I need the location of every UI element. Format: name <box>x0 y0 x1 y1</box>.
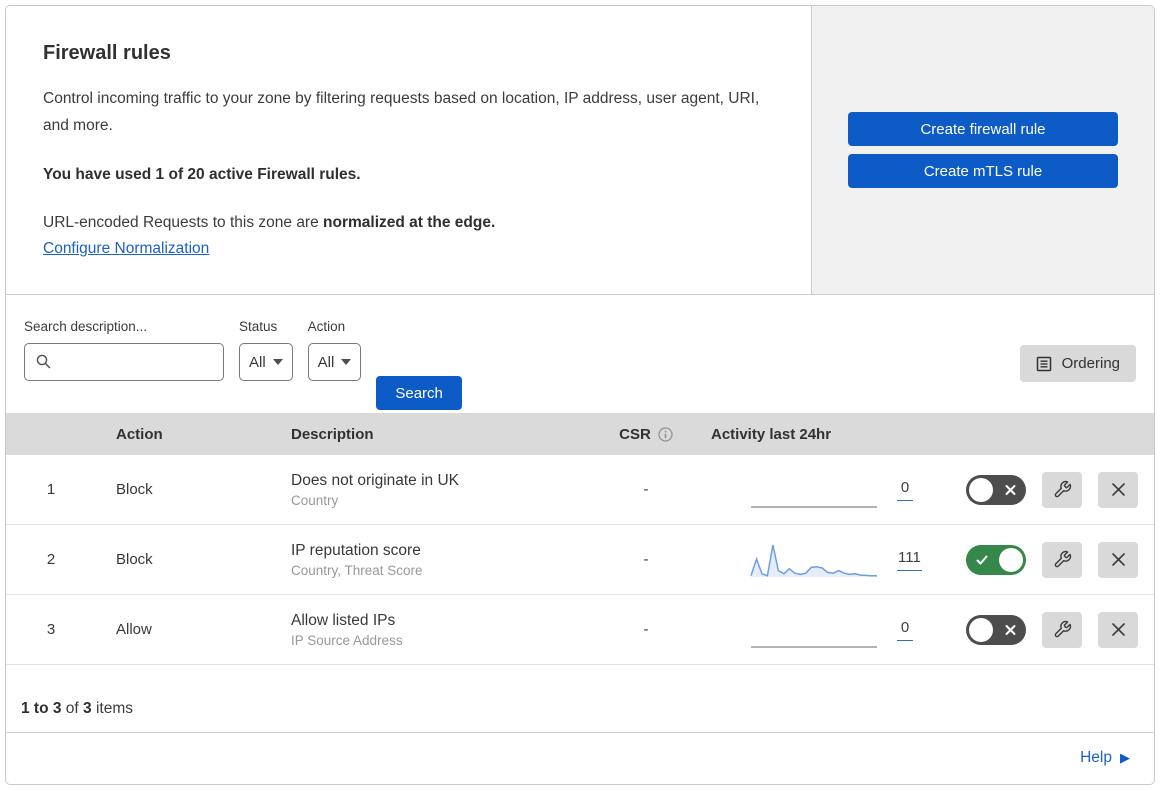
rule-action: Block <box>116 551 153 568</box>
table-row: 2 Block IP reputation score Country, Thr… <box>6 525 1154 595</box>
rule-action: Block <box>116 481 153 498</box>
search-button[interactable]: Search <box>376 376 462 410</box>
activity-count-link[interactable]: 111 <box>897 549 922 571</box>
list-icon <box>1036 356 1051 371</box>
edit-rule-button[interactable] <box>1042 471 1082 508</box>
ordering-button[interactable]: Ordering <box>1019 345 1136 382</box>
items-total: 3 <box>83 700 92 717</box>
activity-count-link[interactable]: 0 <box>897 619 913 641</box>
normalization-note: URL-encoded Requests to this zone are no… <box>43 214 771 232</box>
items-range: 1 to 3 <box>21 700 62 717</box>
action-dropdown-value: All <box>317 353 335 371</box>
rule-fields: Country, Threat Score <box>291 562 423 578</box>
column-activity: Activity last 24hr <box>711 425 832 443</box>
help-link[interactable]: Help ▶ <box>1080 749 1130 767</box>
of-text: of <box>61 700 84 717</box>
table-footer: 1 to 3 of 3 items <box>6 665 1154 733</box>
table-row: 3 Allow Allow listed IPs IP Source Addre… <box>6 595 1154 665</box>
toggle-knob <box>969 477 993 502</box>
action-filter-group: Action All <box>307 319 362 381</box>
rule-priority: 3 <box>46 621 56 638</box>
help-link-label: Help <box>1080 748 1112 766</box>
action-dropdown[interactable]: All <box>307 343 362 381</box>
create-mtls-rule-button[interactable]: Create mTLS rule <box>848 154 1118 188</box>
column-description: Description <box>291 425 374 443</box>
activity-sparkline <box>751 505 877 508</box>
status-dropdown-value: All <box>249 353 266 371</box>
rule-description-link[interactable]: IP reputation score <box>291 542 591 560</box>
page-description: Control incoming traffic to your zone by… <box>43 90 760 135</box>
rule-csr-value: - <box>643 551 649 568</box>
normalization-bold-text: normalized at the edge. <box>323 214 496 232</box>
check-icon <box>975 553 989 567</box>
wrench-icon <box>1054 550 1071 568</box>
column-csr-label: CSR <box>619 425 651 443</box>
wrench-icon <box>1054 480 1071 498</box>
rule-priority: 1 <box>46 481 56 498</box>
toggle-knob <box>969 617 993 642</box>
activity-sparkline <box>750 544 877 577</box>
table-header: Action Description CSR Activity last 24h… <box>6 413 1154 455</box>
info-icon[interactable] <box>658 426 673 442</box>
rule-action: Allow <box>116 621 152 638</box>
search-icon <box>36 354 51 369</box>
table-row: 1 Block Does not originate in UK Country… <box>6 455 1154 525</box>
status-label: Status <box>239 319 278 334</box>
close-icon <box>1111 483 1125 496</box>
actions-panel: Create firewall rule Create mTLS rule <box>811 6 1154 294</box>
status-filter-group: Status All <box>239 319 293 381</box>
action-label: Action <box>307 319 346 334</box>
column-csr: CSR <box>591 426 701 443</box>
items-text: items <box>91 700 133 717</box>
usage-summary: You have used 1 of 20 active Firewall ru… <box>43 166 361 184</box>
rule-enabled-toggle[interactable] <box>966 474 1026 505</box>
firewall-rules-card: Firewall rules Control incoming traffic … <box>5 5 1155 785</box>
status-dropdown[interactable]: All <box>239 343 293 381</box>
rule-description-link[interactable]: Allow listed IPs <box>291 612 591 630</box>
close-icon <box>1111 623 1125 636</box>
delete-rule-button[interactable] <box>1098 471 1138 508</box>
rule-fields: Country <box>291 492 339 508</box>
filter-bar: Search description... Status All Action … <box>6 295 1154 413</box>
rule-fields: IP Source Address <box>291 632 403 648</box>
help-row: Help ▶ <box>6 733 1154 782</box>
header-text-panel: Firewall rules Control incoming traffic … <box>6 6 811 294</box>
x-icon <box>1004 483 1017 496</box>
delete-rule-button[interactable] <box>1098 611 1138 648</box>
close-icon <box>1111 553 1125 566</box>
search-label: Search description... <box>24 319 148 334</box>
wrench-icon <box>1054 620 1071 638</box>
search-group: Search description... <box>24 319 224 381</box>
page-title: Firewall rules <box>43 42 171 64</box>
table-body: 1 Block Does not originate in UK Country… <box>6 455 1154 665</box>
ordering-button-label: Ordering <box>1061 355 1120 372</box>
delete-rule-button[interactable] <box>1098 541 1138 578</box>
rule-enabled-toggle[interactable] <box>966 544 1026 575</box>
edit-rule-button[interactable] <box>1042 541 1082 578</box>
arrow-right-icon: ▶ <box>1120 749 1130 765</box>
activity-count-link[interactable]: 0 <box>897 479 913 501</box>
configure-normalization-link[interactable]: Configure Normalization <box>43 240 209 257</box>
activity-sparkline <box>751 645 877 648</box>
rule-csr-value: - <box>643 481 649 498</box>
chevron-down-icon <box>341 359 352 365</box>
header-section: Firewall rules Control incoming traffic … <box>6 6 1154 295</box>
column-action: Action <box>116 425 163 443</box>
rule-description-link[interactable]: Does not originate in UK <box>291 472 591 490</box>
edit-rule-button[interactable] <box>1042 611 1082 648</box>
rule-csr-value: - <box>643 621 649 638</box>
x-icon <box>1004 623 1017 636</box>
toggle-knob <box>999 547 1023 572</box>
rule-priority: 2 <box>46 551 56 568</box>
rule-enabled-toggle[interactable] <box>966 614 1026 645</box>
search-input[interactable] <box>24 343 224 381</box>
chevron-down-icon <box>272 359 283 365</box>
normalization-text: URL-encoded Requests to this zone are <box>43 214 324 232</box>
create-firewall-rule-button[interactable]: Create firewall rule <box>848 112 1118 146</box>
